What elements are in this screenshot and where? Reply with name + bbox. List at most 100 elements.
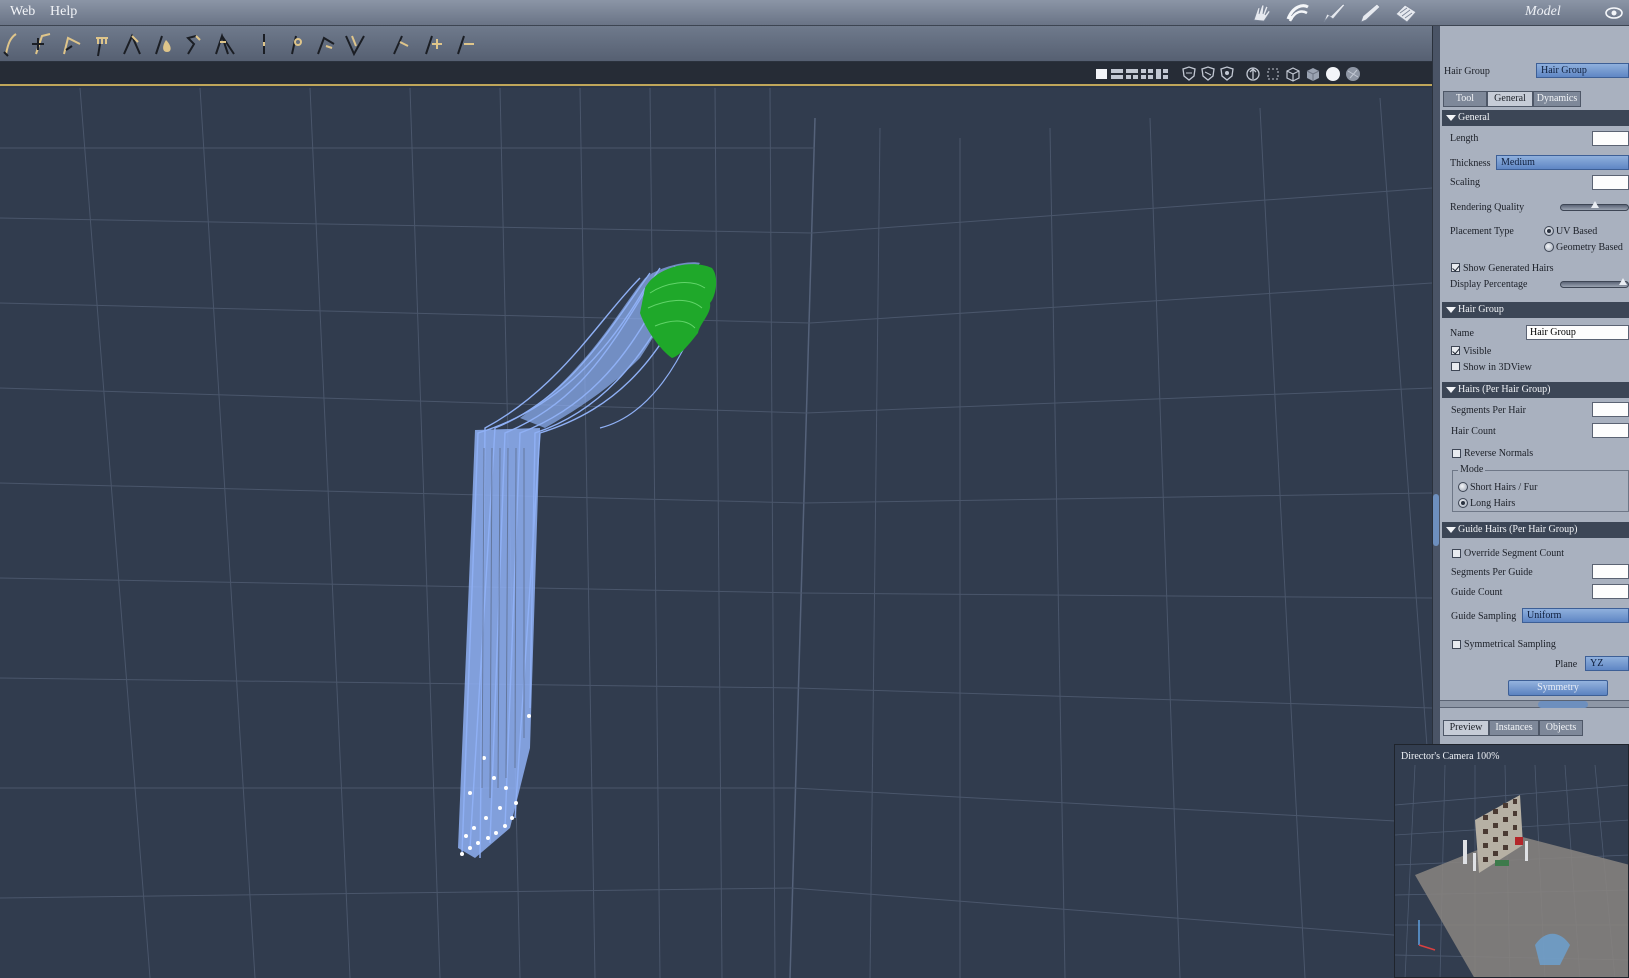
room-tabs [1249,1,1419,25]
shield-view-2-icon[interactable] [1199,65,1217,83]
tab-instances[interactable]: Instances [1489,720,1539,736]
tool-add-guide-icon[interactable] [28,30,56,58]
slider-knob[interactable] [1591,201,1599,208]
tool-split-icon[interactable] [210,30,238,58]
tab-preview[interactable]: Preview [1443,720,1489,736]
section-general-header[interactable]: General [1442,110,1629,126]
render-flat-icon[interactable] [1304,65,1322,83]
mode-label: Mode [1458,464,1486,475]
hand-icon[interactable] [1249,1,1275,25]
segments-per-hair-field[interactable] [1592,402,1629,417]
rendering-quality-slider[interactable] [1560,201,1629,211]
menu-web[interactable]: Web [10,4,35,20]
slider-knob[interactable] [1619,278,1627,285]
render-points-icon[interactable] [1244,65,1262,83]
panel-divider-handle[interactable] [1538,701,1588,708]
section-hairs-header[interactable]: Hairs (Per Hair Group) [1442,382,1629,398]
preview-viewport[interactable]: Director's Camera 100% [1394,744,1629,978]
brush-room-icon[interactable] [1321,1,1347,25]
preview-scene [1395,764,1628,977]
length-label: Length [1450,133,1479,144]
render-smooth-icon[interactable] [1324,65,1342,83]
segments-per-guide-field[interactable] [1592,564,1629,579]
scaling-label: Scaling [1450,177,1480,188]
tool-bend-icon[interactable] [58,30,86,58]
hair-count-field[interactable] [1592,423,1629,438]
tab-objects[interactable]: Objects [1539,720,1583,736]
layout-custom-icon[interactable] [1154,65,1172,83]
hair-room-icon[interactable] [1285,1,1311,25]
section-guide-header[interactable]: Guide Hairs (Per Hair Group) [1442,522,1629,538]
thickness-select[interactable]: Medium [1496,155,1629,170]
render-outline-icon[interactable] [1264,65,1282,83]
display-percentage-slider[interactable] [1560,278,1629,288]
tool-comb-icon[interactable] [90,30,118,58]
tool-brush-icon[interactable] [388,30,416,58]
override-segment-checkbox[interactable] [1452,549,1461,558]
hair-count-label: Hair Count [1451,426,1496,437]
tool-arrow-icon[interactable] [180,30,208,58]
collapse-triangle-icon [1446,115,1456,121]
menu-help[interactable]: Help [50,4,77,20]
tool-sculpt-icon[interactable] [120,30,148,58]
tool-drop-icon[interactable] [150,30,178,58]
eye-icon[interactable] [1604,4,1624,22]
tool-clump-icon[interactable] [342,30,370,58]
reverse-normals-checkbox[interactable] [1452,449,1461,458]
section-hair-group-title: Hair Group [1458,304,1504,315]
placement-uv-radio[interactable] [1544,226,1554,236]
preview-camera-label: Director's Camera 100% [1401,751,1500,762]
room-label: Model [1525,4,1561,19]
viewport-header [0,62,1432,86]
mode-long-radio[interactable] [1458,498,1468,508]
tool-twist-icon[interactable] [282,30,310,58]
section-hair-group-header[interactable]: Hair Group [1442,302,1629,318]
guide-count-label: Guide Count [1451,587,1503,598]
symmetrical-sampling-label: Symmetrical Sampling [1464,639,1556,650]
plane-select[interactable]: YZ [1585,656,1629,671]
tab-tool[interactable]: Tool [1443,91,1487,107]
placement-geometry-radio[interactable] [1544,242,1554,252]
guide-sampling-select[interactable]: Uniform [1522,608,1629,623]
app-window: Web Help Model Hair Group Hair Group Too… [0,0,1629,978]
length-field[interactable] [1592,131,1629,146]
tool-add-points-icon[interactable] [418,30,446,58]
name-field[interactable]: Hair Group [1526,325,1629,340]
show-in-3dview-checkbox[interactable] [1451,362,1460,371]
guide-count-field[interactable] [1592,584,1629,599]
show-generated-checkbox[interactable] [1451,263,1460,272]
render-wireframe-icon[interactable] [1284,65,1302,83]
splitter-handle[interactable] [1433,494,1439,546]
name-label: Name [1450,328,1474,339]
tab-dynamics[interactable]: Dynamics [1533,91,1581,107]
collapse-triangle-icon [1446,387,1456,393]
panel-divider[interactable] [1440,700,1629,708]
section-hairs-title: Hairs (Per Hair Group) [1458,384,1551,395]
thickness-label: Thickness [1450,158,1491,169]
show-generated-label: Show Generated Hairs [1463,263,1554,274]
3d-viewport[interactable] [0,88,1432,978]
tool-remove-points-icon[interactable] [450,30,478,58]
viewport-scene [0,88,1432,978]
tool-curve-icon[interactable] [0,30,28,58]
scaling-field[interactable] [1592,175,1629,190]
rendering-quality-label: Rendering Quality [1450,202,1525,213]
symmetrical-sampling-checkbox[interactable] [1452,640,1461,649]
tab-general[interactable]: General [1487,91,1533,107]
render-texture-icon[interactable] [1344,65,1362,83]
shield-view-3-icon[interactable] [1218,65,1236,83]
cloth-room-icon[interactable] [1393,1,1419,25]
symmetry-button[interactable]: Symmetry [1508,680,1608,696]
shield-view-1-icon[interactable] [1180,65,1198,83]
mode-short-radio[interactable] [1458,482,1468,492]
preview-axis-icon [1418,920,1436,951]
collapse-triangle-icon [1446,307,1456,313]
tool-pull-icon[interactable] [312,30,340,58]
hair-group-select[interactable]: Hair Group [1536,63,1629,78]
pen-room-icon[interactable] [1357,1,1383,25]
placement-geometry-label: Geometry Based [1556,242,1623,253]
tool-line-icon[interactable] [252,30,280,58]
display-percentage-label: Display Percentage [1450,279,1528,290]
visible-label: Visible [1463,346,1492,357]
visible-checkbox[interactable] [1451,346,1460,355]
